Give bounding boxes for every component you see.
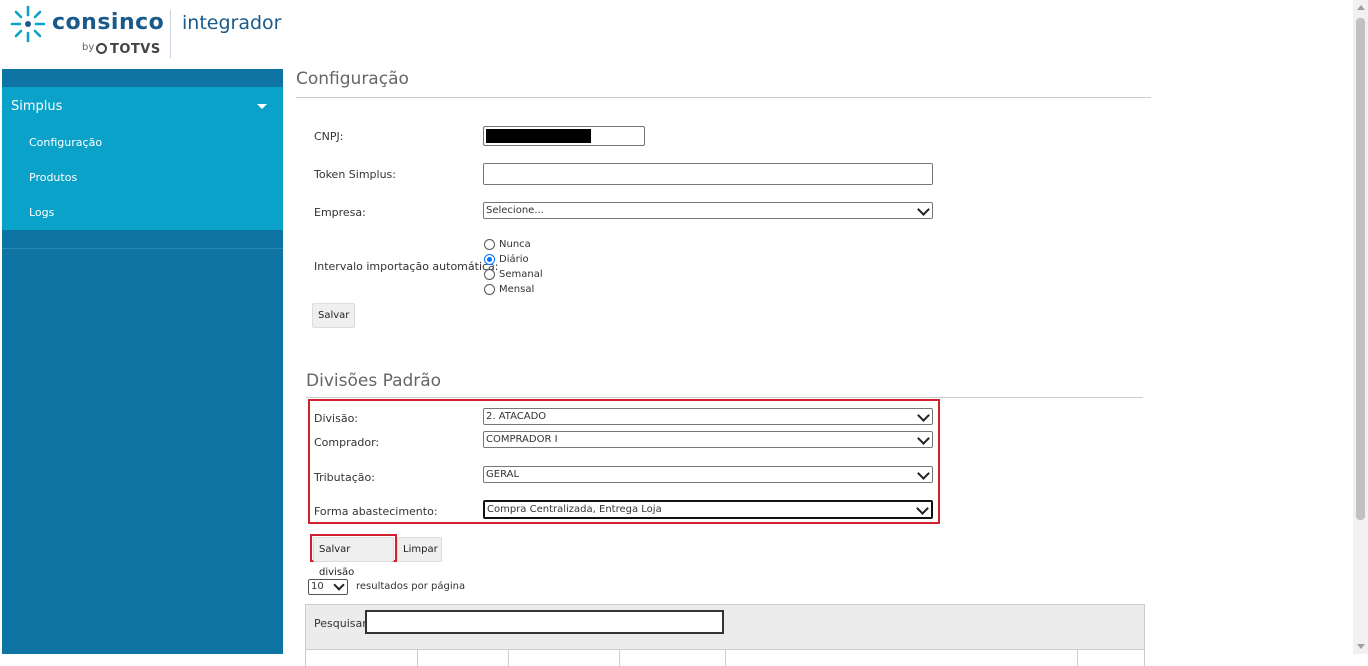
save-button[interactable]: Salvar — [312, 303, 355, 328]
column-divider — [1077, 650, 1078, 666]
sidebar-group-toggle[interactable]: Simplus — [2, 87, 283, 125]
scroll-down-icon[interactable] — [1357, 644, 1365, 649]
forma-select[interactable]: Compra Centralizada, Entrega Loja — [483, 500, 933, 519]
search-label: Pesquisar — [314, 617, 367, 630]
column-divider — [508, 650, 509, 666]
chevron-down-icon — [917, 409, 930, 422]
page-size-label: resultados por página — [356, 581, 466, 592]
column-divider — [417, 650, 418, 666]
divisao-select[interactable]: 2. ATACADO — [483, 408, 933, 425]
partner-name: TOTVS — [96, 42, 161, 57]
divisoes-title: Divisões Padrão — [306, 371, 1143, 398]
radio-icon — [484, 284, 495, 295]
column-divider — [619, 650, 620, 666]
chevron-down-icon — [917, 203, 930, 216]
scroll-up-icon[interactable] — [1357, 5, 1365, 10]
tributacao-select[interactable]: GERAL — [483, 466, 933, 483]
chevron-down-icon — [333, 579, 345, 591]
scrollbar-thumb[interactable] — [1356, 18, 1365, 520]
empresa-label: Empresa: — [314, 206, 366, 219]
app-logo: consinco by TOTVS integrador — [8, 4, 288, 66]
page-title: Configuração — [296, 60, 1151, 98]
search-input[interactable] — [365, 610, 724, 634]
radio-nunca[interactable]: Nunca — [484, 237, 531, 252]
column-divider — [725, 650, 726, 666]
clear-button[interactable]: Limpar — [397, 537, 442, 562]
radio-semanal[interactable]: Semanal — [484, 267, 543, 282]
chevron-down-icon — [917, 432, 930, 445]
brand-name: consinco — [52, 10, 165, 35]
product-name: integrador — [182, 12, 282, 34]
logo-separator — [170, 10, 171, 58]
sidebar-top-band — [2, 69, 283, 87]
caret-down-icon — [257, 103, 267, 109]
forma-label: Forma abastecimento: — [314, 505, 438, 518]
save-division-button[interactable]: Salvar divisão — [313, 537, 394, 578]
sidebar-group-label: Simplus — [11, 98, 63, 114]
radio-diario[interactable]: Diário — [484, 252, 529, 267]
chevron-down-icon — [917, 467, 930, 480]
intervalo-label: Intervalo importação automática: — [314, 260, 499, 273]
token-field[interactable] — [483, 163, 933, 185]
cnpj-label: CNPJ: — [314, 130, 344, 143]
radio-checked-icon — [484, 254, 495, 265]
totvs-logo-icon — [96, 43, 107, 54]
sidebar-item-produtos[interactable]: Produtos — [2, 160, 283, 195]
radio-icon — [484, 269, 495, 280]
sidebar-item-configuracao[interactable]: Configuração — [2, 125, 283, 160]
main-content: Configuração CNPJ: Token Simplus: Empres… — [296, 60, 1156, 666]
sidebar: Simplus Configuração Produtos Logs — [2, 69, 283, 654]
cnpj-redacted — [486, 129, 591, 143]
results-table: Pesquisar — [305, 604, 1145, 666]
comprador-select[interactable]: COMPRADOR I — [483, 431, 933, 448]
cnpj-field[interactable] — [483, 126, 645, 146]
empresa-select[interactable]: Selecione... — [483, 202, 933, 219]
page-size-select[interactable]: 10 — [308, 579, 348, 595]
divisao-label: Divisão: — [314, 412, 358, 425]
chevron-down-icon — [916, 502, 929, 515]
consinco-logo-icon — [10, 5, 46, 43]
radio-mensal[interactable]: Mensal — [484, 282, 534, 297]
table-header-row — [306, 649, 1144, 666]
comprador-label: Comprador: — [314, 436, 380, 449]
sidebar-item-logs[interactable]: Logs — [2, 195, 283, 230]
radio-icon — [484, 239, 495, 250]
page-scrollbar[interactable] — [1353, 0, 1368, 654]
brand-by: by — [82, 42, 95, 53]
token-label: Token Simplus: — [314, 168, 396, 181]
tributacao-label: Tributação: — [314, 471, 375, 484]
sidebar-group-simplus: Simplus Configuração Produtos Logs — [2, 87, 283, 230]
sidebar-divider — [2, 248, 283, 249]
